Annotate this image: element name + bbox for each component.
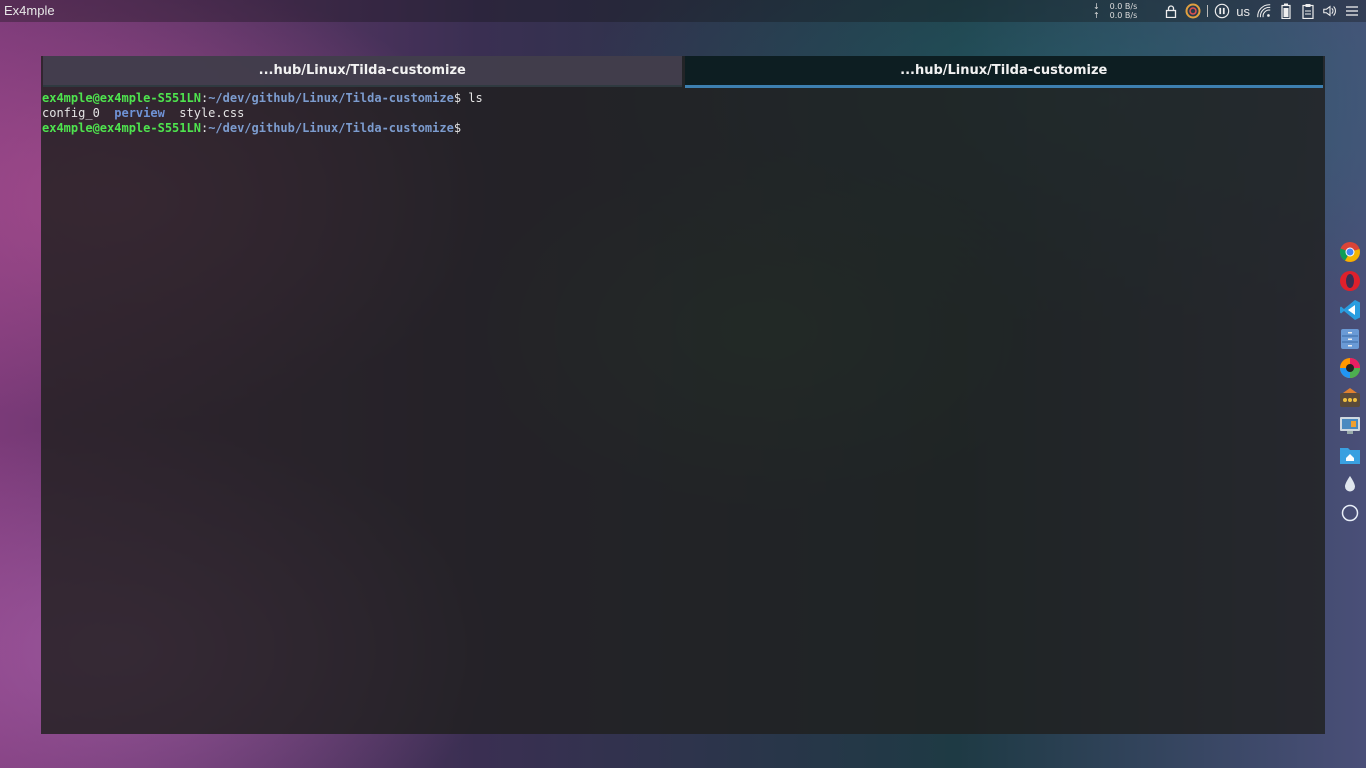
terminal-content[interactable]: ex4mple@ex4mple-S551LN:~/dev/github/Linu… [42,91,1325,136]
volume-icon[interactable] [1322,3,1338,19]
network-speed: ↓ 0.0 B/s ↑ 0.0 B/s [1093,2,1137,20]
prompt-symbol: $ [453,121,462,135]
terminal-tab-2[interactable]: ...hub/Linux/Tilda-customize [684,56,1323,88]
directory-entry: perview [114,106,165,120]
command-text: ls [461,91,483,105]
battery-icon[interactable] [1278,3,1294,19]
color-picker-icon[interactable] [1338,356,1362,379]
terminal-line: config_0 perview style.css [42,106,1325,121]
media-pause-icon[interactable] [1214,3,1230,19]
clipboard-icon[interactable] [1300,3,1316,19]
vscode-icon[interactable] [1338,298,1362,321]
terminal-line: ex4mple@ex4mple-S551LN:~/dev/github/Linu… [42,121,1325,136]
terminal-tab-1[interactable]: ...hub/Linux/Tilda-customize [43,56,682,87]
top-panel: Ex4mple ↓ 0.0 B/s ↑ 0.0 B/s us [0,0,1366,22]
prompt-user: ex4mple@ex4mple-S551LN [42,91,201,105]
power-ring-icon[interactable] [1185,3,1201,19]
drop-icon[interactable] [1338,472,1362,495]
app-dock [1337,240,1363,524]
system-tray: ↓ 0.0 B/s ↑ 0.0 B/s us [1093,0,1366,22]
opera-icon[interactable] [1338,269,1362,292]
chrome-icon[interactable] [1338,240,1362,263]
file-entry: config_0 [42,106,100,120]
prompt-user: ex4mple@ex4mple-S551LN [42,121,201,135]
net-up-speed: 0.0 B/s [1109,11,1138,20]
prompt-path: ~/dev/github/Linux/Tilda-customize [208,91,454,105]
tilda-terminal[interactable]: ...hub/Linux/Tilda-customize ...hub/Linu… [41,56,1325,734]
down-arrow-icon: ↓ [1092,2,1100,11]
file-entry: style.css [179,106,245,120]
terminal-line: ex4mple@ex4mple-S551LN:~/dev/github/Linu… [42,91,1325,106]
circle-icon[interactable] [1338,501,1362,524]
terminal-tab-bar: ...hub/Linux/Tilda-customize ...hub/Linu… [43,56,1323,88]
prompt-path: ~/dev/github/Linux/Tilda-customize [208,121,454,135]
home-folder-icon[interactable] [1338,443,1362,466]
net-down-speed: 0.0 B/s [1109,2,1138,11]
menu-icon[interactable] [1344,3,1360,19]
prompt-symbol: $ [453,91,462,105]
app-title: Ex4mple [4,3,55,18]
lock-icon[interactable] [1163,3,1179,19]
tray-separator [1207,5,1209,17]
app-store-icon[interactable] [1338,385,1362,408]
wifi-icon[interactable] [1256,3,1272,19]
up-arrow-icon: ↑ [1092,11,1100,20]
keyboard-layout[interactable]: us [1236,4,1250,19]
screen-display-icon[interactable] [1338,414,1362,437]
file-cabinet-icon[interactable] [1338,327,1362,350]
